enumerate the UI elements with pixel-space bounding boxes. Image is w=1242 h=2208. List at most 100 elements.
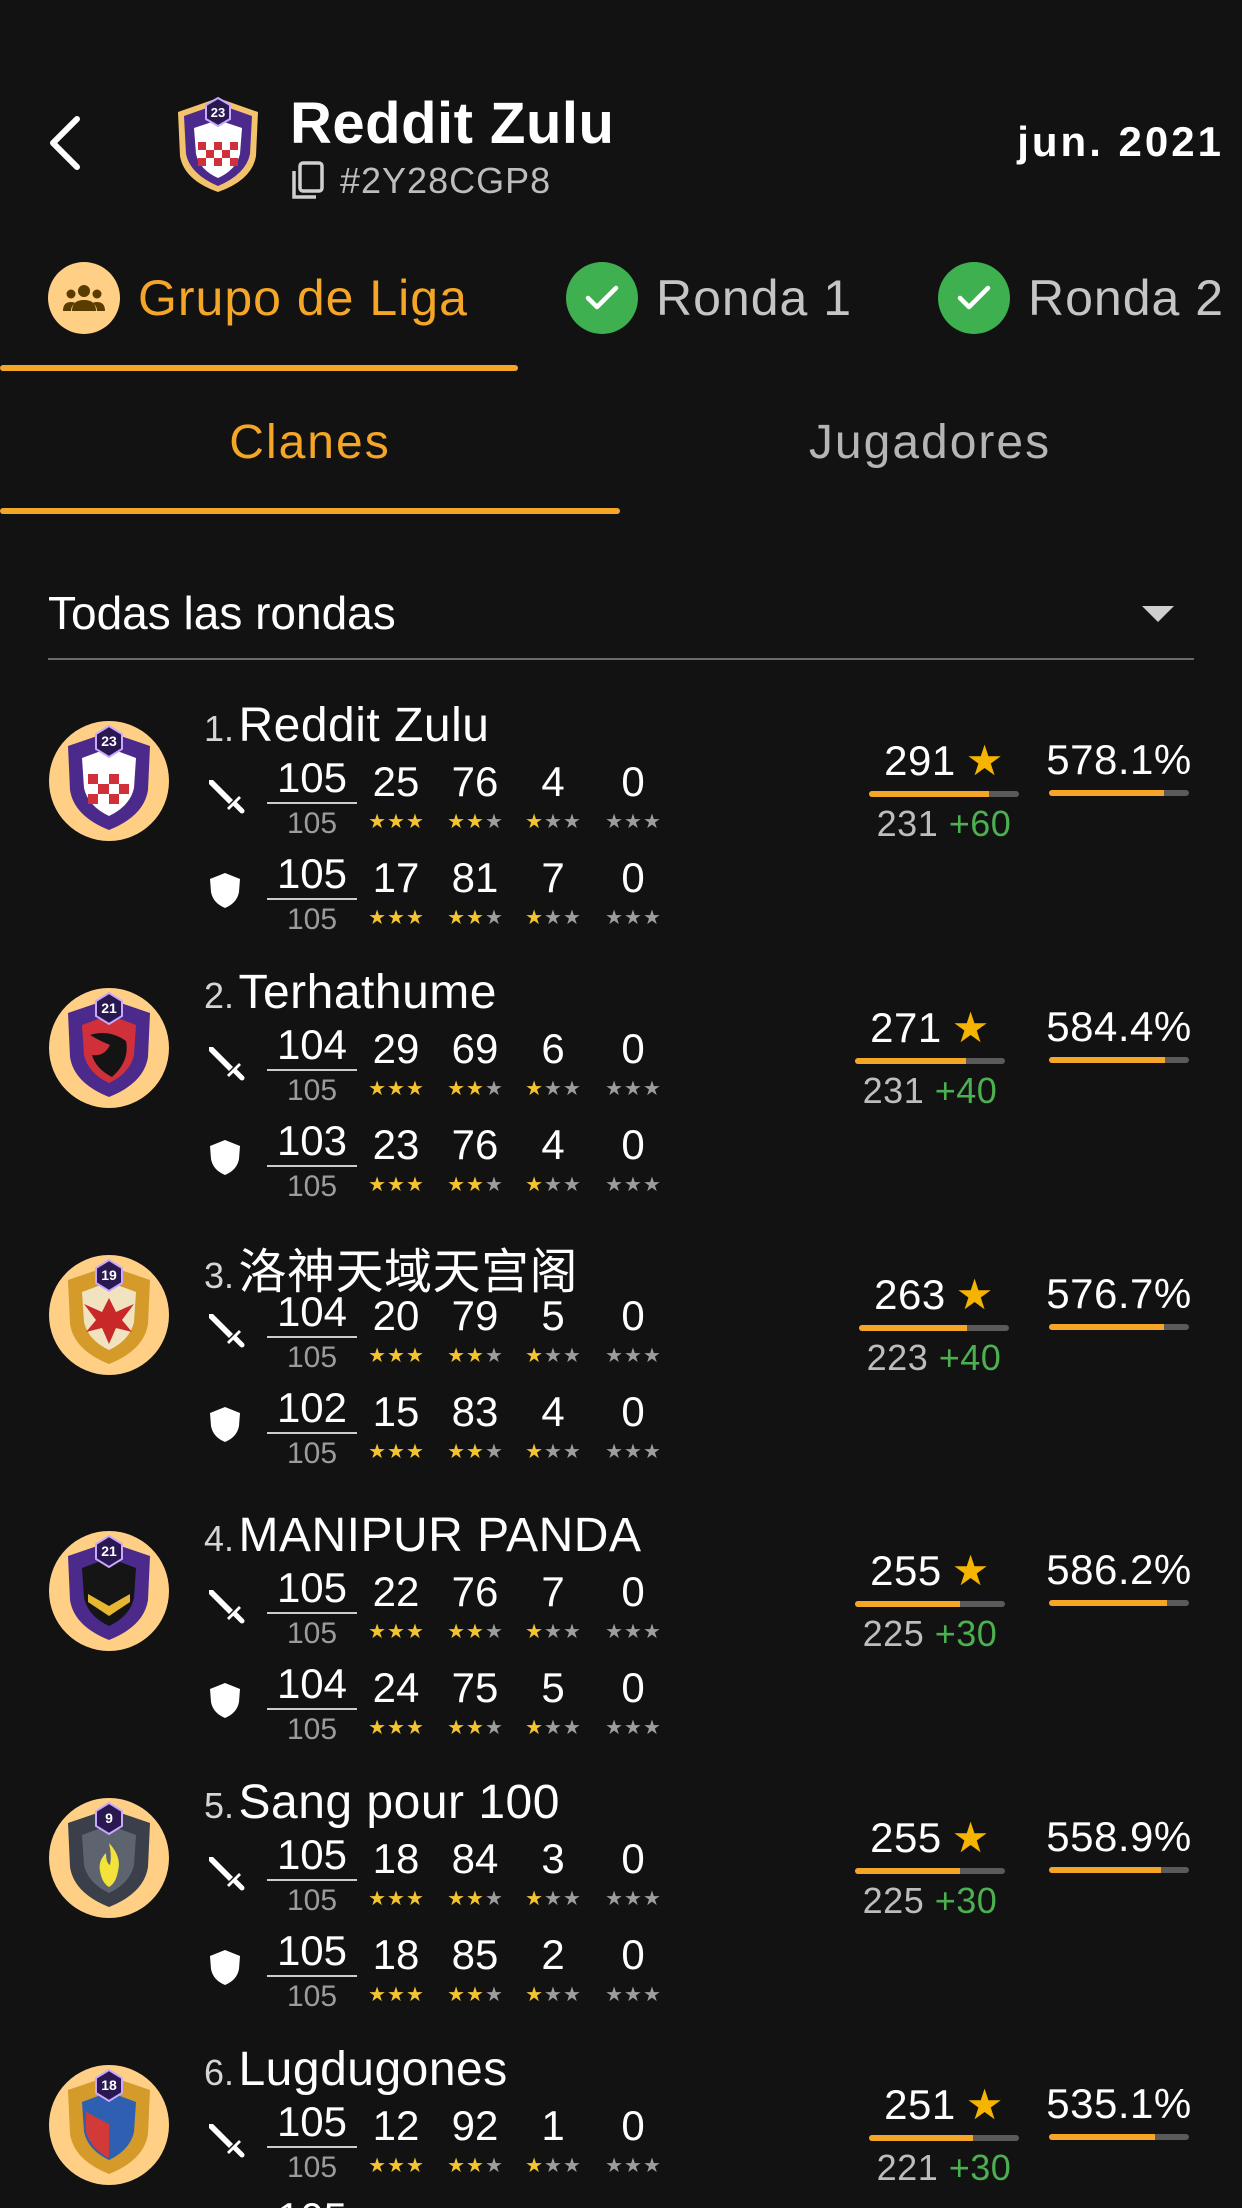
- clan-name: Reddit Zulu: [290, 91, 615, 156]
- dropdown-arrow-icon: [1142, 606, 1174, 622]
- round-tabs: Grupo de Liga Ronda 1 Ronda 2: [0, 240, 1242, 371]
- clan-row[interactable]: 18 6. Lugdugones 105 105 12 ★ ★ ★ 92 ★ ★ ★ 1 ★ ★ ★ 0 ★…: [0, 2042, 1242, 2208]
- attack-stats: 105 105 18 ★ ★ ★ 84 ★ ★ ★ 3 ★ ★ ★ 0 ★ ★ ★: [205, 1831, 685, 1921]
- stars-breakdown: 231 +60: [876, 803, 1012, 844]
- dropdown-selected-value: Todas las rondas: [48, 587, 396, 639]
- sword-icon: [209, 780, 245, 814]
- stars-bar: [855, 1601, 1005, 1607]
- star-icon: ★: [951, 1004, 990, 1051]
- war-stars-score: 271 ★ 231 +40: [850, 1003, 1010, 1112]
- zero-star-count: 0 ★ ★ ★: [597, 1564, 669, 1642]
- season-date[interactable]: jun. 2021: [1017, 118, 1224, 166]
- defenses-count: 104 105: [267, 1660, 357, 1750]
- star-rating-icon: ★ ★ ★: [525, 907, 581, 929]
- star-rating-icon: ★ ★ ★: [605, 907, 661, 929]
- three-star-count: 18 ★ ★ ★: [360, 1831, 432, 1909]
- clan-badge: 9: [49, 1798, 169, 1918]
- one-star-count: 4 ★ ★ ★: [517, 1117, 589, 1195]
- tab-ronda-2[interactable]: Ronda 2: [938, 262, 1224, 334]
- tab-jugadores[interactable]: Jugadores: [620, 415, 1240, 470]
- copy-icon[interactable]: [290, 161, 326, 201]
- star-rating-icon: ★ ★ ★: [368, 1441, 424, 1463]
- attack-stats: 105 105 22 ★ ★ ★ 76 ★ ★ ★ 7 ★ ★ ★ 0 ★ ★ ★: [205, 1564, 685, 1654]
- tab-grupo-de-liga[interactable]: Grupo de Liga: [48, 262, 468, 334]
- star-rating-icon: ★ ★ ★: [368, 1174, 424, 1196]
- clan-row[interactable]: 21 4. MANIPUR PANDA 105 105 22 ★ ★ ★ 76 ★ ★ ★ 7 ★ ★…: [0, 1508, 1242, 1775]
- star-rating-icon: ★ ★ ★: [447, 1174, 503, 1196]
- tab-label: Ronda 1: [656, 270, 853, 326]
- defenses-count: 105105: [267, 1927, 357, 2017]
- tab-label: Ronda 2: [1028, 270, 1225, 326]
- percent-bar: [1049, 790, 1189, 796]
- two-star-count: 75 ★ ★ ★: [439, 1660, 511, 1738]
- clan-row[interactable]: 23 1. Reddit Zulu 105 105 25 ★ ★ ★ 76 ★ ★ ★ 4 ★ ★ ★ 0…: [0, 698, 1242, 965]
- defense-stats: 103 105 23 ★ ★ ★ 76 ★ ★ ★ 4 ★ ★ ★ 0 ★ ★ ★: [205, 1117, 685, 1207]
- percent-bar: [1049, 1867, 1189, 1873]
- star-rating-icon: ★ ★ ★: [525, 1441, 581, 1463]
- three-star-count: 22 ★ ★ ★: [360, 1564, 432, 1642]
- one-star-count: 3 ★ ★ ★: [517, 1831, 589, 1909]
- destruction-percent: 558.9%: [1044, 1813, 1194, 1873]
- star-icon: ★: [955, 1271, 994, 1318]
- stars-bar: [855, 1868, 1005, 1874]
- back-button[interactable]: [40, 108, 90, 178]
- zero-star-count: 0 ★ ★ ★: [597, 754, 669, 832]
- one-star-count: 7 ★ ★ ★: [517, 1564, 589, 1642]
- round-tab-indicator: [0, 365, 518, 371]
- stars-breakdown: 231 +40: [862, 1070, 998, 1111]
- tab-ronda-1[interactable]: Ronda 1: [566, 262, 852, 334]
- zero-star-count: 0 ★ ★ ★: [597, 1021, 669, 1099]
- clan-badge: 21: [49, 1531, 169, 1651]
- svg-text:23: 23: [211, 105, 225, 120]
- star-rating-icon: ★ ★ ★: [368, 1621, 424, 1643]
- clan-rank: 2.: [204, 975, 235, 1016]
- star-rating-icon: ★ ★ ★: [447, 2155, 503, 2177]
- war-stars-score: 255 ★ 225 +30: [850, 1813, 1010, 1922]
- clan-name-line: 5. Sang pour 100: [204, 1775, 560, 1830]
- total-stars: 263: [874, 1270, 946, 1318]
- clan-row[interactable]: 9 5. Sang pour 100 105 105 18 ★ ★ ★ 84 ★ ★ ★ 3 ★ ★ ★…: [0, 1775, 1242, 2042]
- clan-badge: 18: [49, 2065, 169, 2185]
- defense-stats: 102 105 15 ★ ★ ★ 83 ★ ★ ★ 4 ★ ★ ★ 0 ★ ★ ★: [205, 1384, 685, 1474]
- two-star-count: 69 ★ ★ ★: [439, 1021, 511, 1099]
- total-stars: 255: [870, 1546, 942, 1594]
- one-star-count: 5 ★ ★ ★: [517, 1288, 589, 1366]
- sword-icon: [209, 1047, 245, 1081]
- star-rating-icon: ★ ★ ★: [525, 1984, 581, 2006]
- two-star-count: 84 ★ ★ ★: [439, 1831, 511, 1909]
- svg-text:23: 23: [101, 733, 117, 749]
- svg-text:18: 18: [101, 2077, 117, 2093]
- three-star-count: 23 ★ ★ ★: [360, 1117, 432, 1195]
- total-stars: 255: [870, 1813, 942, 1861]
- three-star-count: 20 ★ ★ ★: [360, 1288, 432, 1366]
- stars-bar: [869, 2135, 1019, 2141]
- star-rating-icon: ★ ★ ★: [447, 907, 503, 929]
- round-filter-dropdown[interactable]: Todas las rondas: [48, 570, 1194, 660]
- tab-label: Grupo de Liga: [138, 270, 468, 326]
- three-star-count: 12 ★ ★ ★: [360, 2098, 432, 2176]
- star-rating-icon: ★ ★ ★: [447, 811, 503, 833]
- star-rating-icon: ★ ★ ★: [525, 1174, 581, 1196]
- clan-tag-row[interactable]: #2Y28CGP8: [290, 160, 551, 202]
- clan-rank: 5.: [204, 1785, 235, 1826]
- clan-row[interactable]: 19 3. 洛神天域天宫阁 104 105 20 ★ ★ ★ 79 ★ ★ ★ 5 ★ ★ ★ 0 ★ ★ ★ …: [0, 1232, 1242, 1499]
- star-rating-icon: ★ ★ ★: [525, 811, 581, 833]
- clan-row[interactable]: 21 2. Terhathume 104 105 29 ★ ★ ★ 69 ★ ★ ★ 6 ★ ★ ★ 0 ★…: [0, 965, 1242, 1232]
- tab-clanes[interactable]: Clanes: [0, 415, 620, 470]
- clan-name-line: 4. MANIPUR PANDA: [204, 1508, 641, 1563]
- zero-star-count: 0 ★ ★ ★: [597, 850, 669, 928]
- three-star-count: 17 ★ ★ ★: [360, 850, 432, 928]
- star-icon: ★: [951, 1814, 990, 1861]
- defenses-count: 105105: [267, 850, 357, 940]
- clan-tag: #2Y28CGP8: [340, 160, 552, 201]
- star-rating-icon: ★ ★ ★: [525, 1078, 581, 1100]
- zero-star-count: 0 ★ ★ ★: [597, 1117, 669, 1195]
- zero-star-count: 0 ★ ★ ★: [597, 1927, 669, 2005]
- percent-value: 578.1%: [1046, 736, 1192, 783]
- star-rating-icon: ★ ★ ★: [605, 1441, 661, 1463]
- star-rating-icon: ★ ★ ★: [368, 1078, 424, 1100]
- one-star-count: 1 ★ ★ ★: [517, 2098, 589, 2176]
- attacks-used: 104 105: [267, 1288, 357, 1378]
- two-star-count: 92 ★ ★ ★: [439, 2098, 511, 2176]
- destruction-percent: 576.7%: [1044, 1270, 1194, 1330]
